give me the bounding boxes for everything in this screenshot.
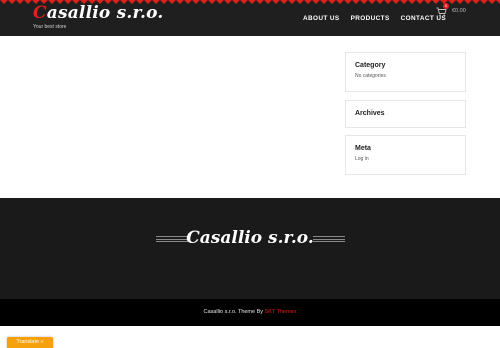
credits-text: Casallio s.r.o. Theme By: [203, 309, 265, 315]
login-link[interactable]: Log in: [355, 156, 369, 162]
widget-title: Archives: [355, 110, 385, 117]
cart-total[interactable]: €0.00: [452, 8, 466, 14]
footer-decoration-right: [313, 236, 345, 243]
nav-products[interactable]: PRODUCTS: [351, 15, 390, 22]
meta-widget: Meta Log in: [345, 135, 466, 175]
footer-title: Casallio s.r.o.: [186, 228, 314, 248]
logo-text: asallio s.r.o.: [46, 3, 164, 23]
site-footer: [0, 198, 500, 299]
archives-widget: Archives: [345, 100, 466, 128]
cart-count-badge: 0: [443, 3, 449, 9]
footer-credits: Casallio s.r.o. Theme By SKT Themes: [0, 309, 500, 315]
site-tagline: Your best store: [33, 24, 67, 30]
category-widget: Category No categories: [345, 52, 466, 92]
main-nav: ABOUT US PRODUCTS CONTACT US: [303, 15, 446, 22]
no-categories-text: No categories: [355, 73, 386, 79]
widget-title: Meta: [355, 145, 371, 152]
translate-button[interactable]: Translate »: [7, 337, 53, 348]
site-logo[interactable]: Casallio s.r.o.: [33, 3, 164, 23]
widget-title: Category: [355, 62, 386, 69]
nav-about-us[interactable]: ABOUT US: [303, 15, 340, 22]
skt-themes-link[interactable]: SKT Themes: [265, 309, 297, 315]
logo-initial: C: [33, 3, 47, 23]
